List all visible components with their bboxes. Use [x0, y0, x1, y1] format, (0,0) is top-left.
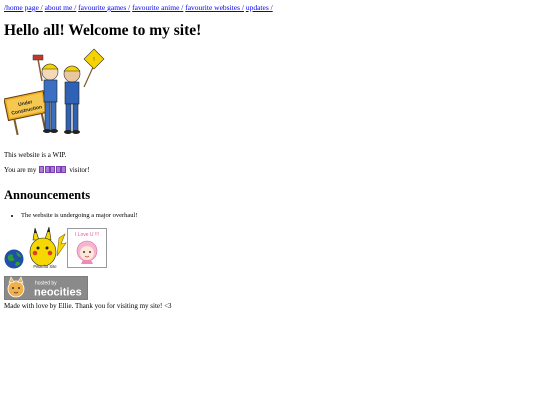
neocities-wordmark: neocities [34, 287, 82, 299]
nav-updates[interactable]: updates / [246, 3, 273, 12]
visitor-suffix: visitor! [69, 166, 90, 174]
i-love-u-badge[interactable]: I Love U !!! [67, 228, 107, 268]
under-construction-image: Under Construction ! [4, 48, 105, 136]
spinning-earth-icon[interactable] [4, 249, 24, 269]
nav-home[interactable]: /home page / [4, 3, 43, 12]
counter-digit [50, 166, 56, 173]
counter-digit [44, 166, 50, 173]
counter-digit [55, 166, 61, 173]
hit-counter [39, 166, 67, 176]
nav-favourite-games[interactable]: favourite games / [78, 3, 130, 12]
nav-favourite-websites[interactable]: favourite websites / [185, 3, 244, 12]
love-text: I Love U !!! [75, 232, 99, 238]
pikachu-badge[interactable]: Pikachu Site [27, 226, 67, 270]
nav-about-me[interactable]: about me / [45, 3, 77, 12]
visitor-line: You are my visitor! [4, 166, 536, 176]
hosted-by-neocities-badge[interactable]: hosted by neocities [4, 276, 88, 300]
wip-notice: This website is a WIP. [4, 151, 67, 159]
counter-digit [61, 166, 67, 173]
pikachu-caption: Pikachu Site [33, 264, 57, 269]
badge-row: Pikachu Site I Love U !!! [4, 226, 536, 271]
page-title: Hello all! Welcome to my site! [4, 22, 202, 39]
nav-favourite-anime[interactable]: favourite anime / [132, 3, 183, 12]
svg-text:!: ! [93, 57, 95, 63]
announcements-list: The website is undergoing a major overha… [4, 212, 536, 220]
counter-digit [39, 166, 45, 173]
list-item: The website is undergoing a major overha… [21, 212, 536, 220]
announcements-heading: Announcements [4, 188, 91, 202]
footer-text: Made with love by Ellie. Thank you for v… [4, 302, 172, 310]
top-navigation: /home page / about me / favourite games … [4, 3, 536, 12]
page: /home page / about me / favourite games … [4, 3, 536, 311]
visitor-prefix: You are my [4, 166, 37, 174]
